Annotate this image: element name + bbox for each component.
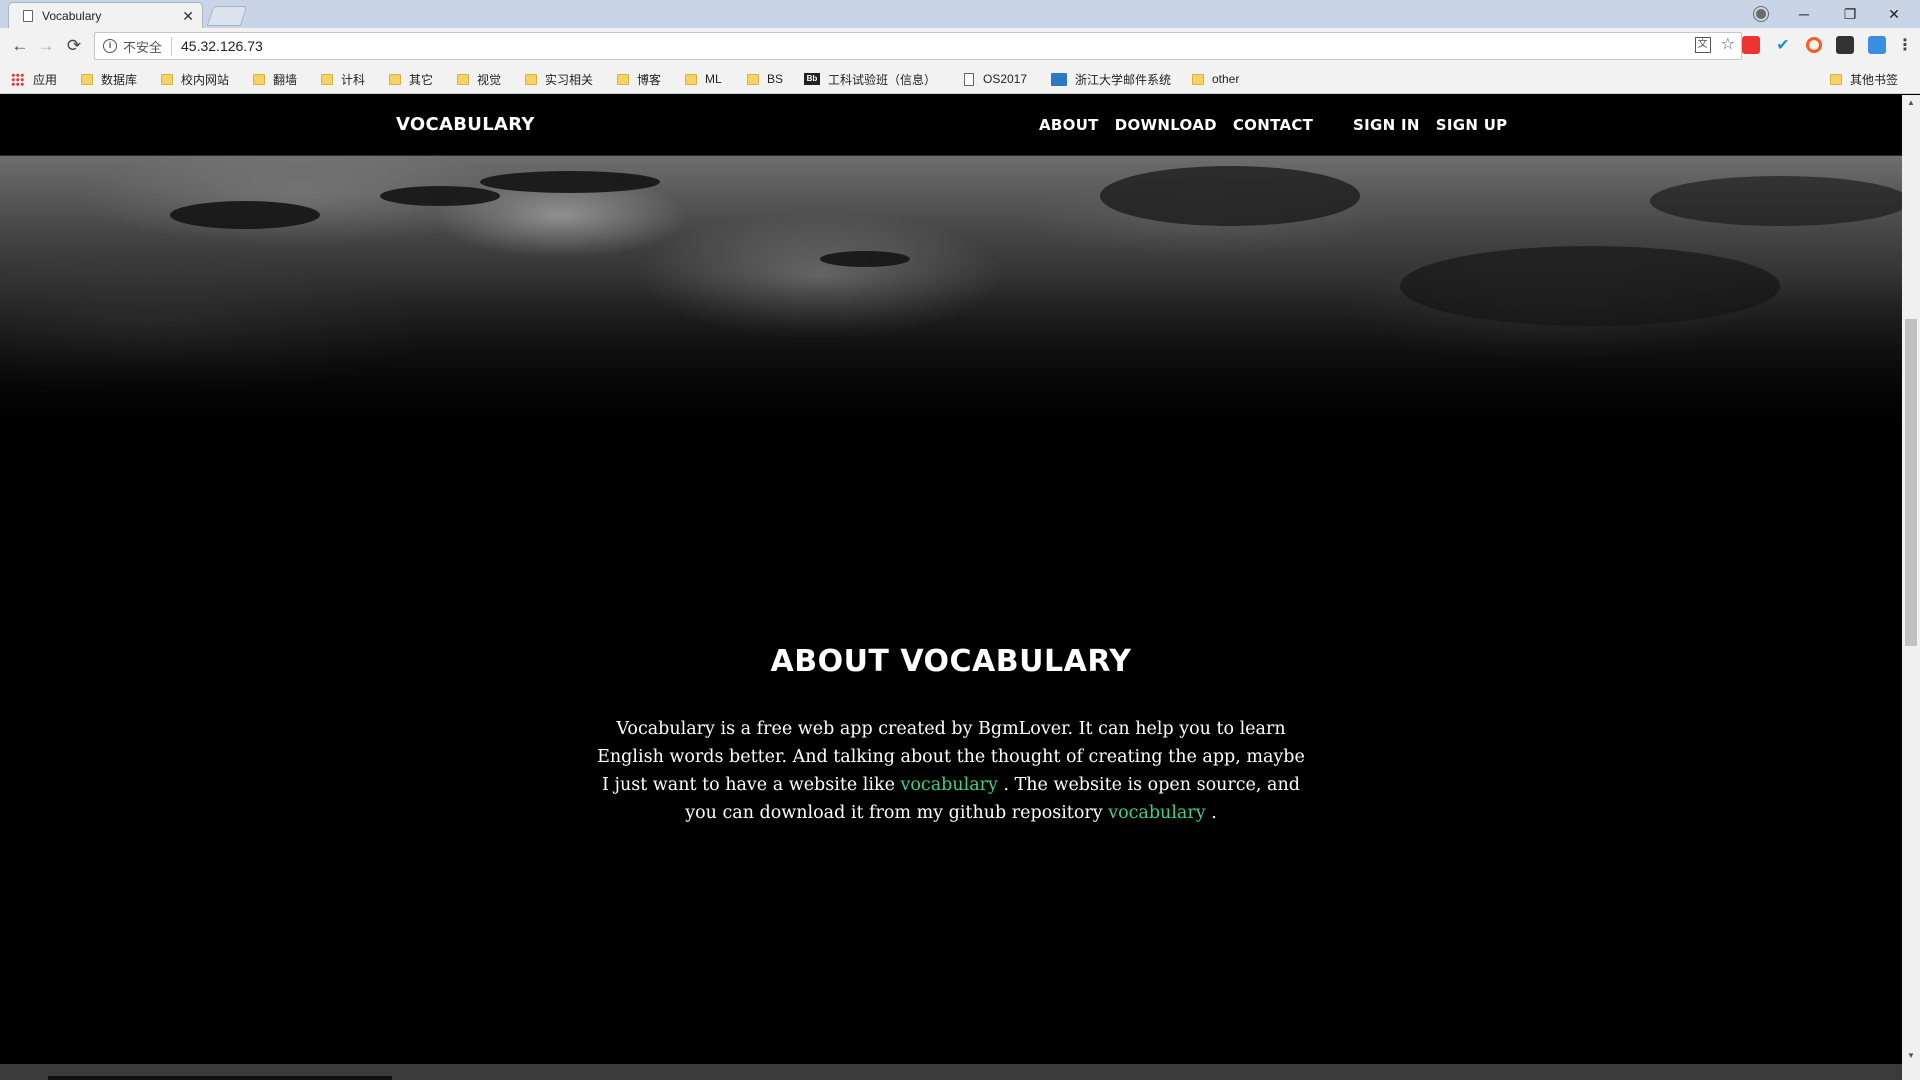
hero-rock [170,201,320,229]
auth-nav: SIGN IN SIGN UP [1353,116,1507,134]
github-repo-link[interactable]: vocabulary [1108,803,1205,823]
browser-tab[interactable]: Vocabulary ✕ [8,2,203,28]
site-navbar: VOCABULARY ABOUT DOWNLOAD CONTACT SIGN I… [0,95,1902,156]
other-bookmarks[interactable]: 其他书签 [1830,64,1898,94]
back-button[interactable]: ← [8,34,32,58]
folder-icon [457,73,469,85]
url-text[interactable]: 45.32.126.73 [181,38,263,54]
forward-button[interactable]: → [34,34,58,58]
info-icon[interactable]: i [103,39,117,53]
nav-download[interactable]: DOWNLOAD [1115,116,1217,134]
extension-dark-icon[interactable] [1836,36,1854,54]
scroll-down-icon[interactable]: ▼ [1902,1048,1920,1064]
scroll-corner [1902,1064,1920,1080]
folder-icon [389,73,401,85]
bookmark-item[interactable]: 视觉 [457,64,501,94]
extension-red-icon[interactable] [1742,36,1760,54]
about-title: ABOUT VOCABULARY [770,644,1132,679]
folder-icon [321,73,333,85]
browser-titlebar: Vocabulary ✕ ─ ❐ ✕ [0,0,1920,28]
extension-icons: ✔ ⋮ [1742,36,1913,54]
bookmark-item[interactable]: 数据库 [81,64,137,94]
extension-ring-icon[interactable] [1806,37,1822,53]
bookmark-item[interactable]: OS2017 [964,64,1027,94]
bookmark-item[interactable]: Bb 工科试验班（信息） [804,64,936,94]
nav-contact[interactable]: CONTACT [1233,116,1313,134]
hero-rock [820,251,910,267]
page-icon [964,72,974,86]
vocabulary-link[interactable]: vocabulary [901,775,998,795]
bookmark-item[interactable]: 浙江大学邮件系统 [1051,64,1171,94]
bookmarks-bar: 应用 数据库 校内网站 翻墙 计科 其它 视觉 实习相关 博客 ML BS Bb [0,64,1920,94]
main-nav: ABOUT DOWNLOAD CONTACT [1039,116,1313,134]
bookmark-item[interactable]: 应用 [11,64,57,94]
folder-icon [1192,73,1204,85]
folder-icon [1830,73,1842,85]
tab-title: Vocabulary [42,8,102,23]
bb-icon: Bb [804,73,820,85]
folder-icon [253,73,265,85]
site-brand[interactable]: VOCABULARY [396,114,535,135]
hero-rock [480,171,660,193]
close-window-button[interactable]: ✕ [1874,0,1914,28]
profile-button[interactable] [1747,0,1775,28]
scroll-up-icon[interactable]: ▲ [1902,95,1920,111]
folder-icon [525,73,537,85]
bookmark-item[interactable]: 博客 [617,64,661,94]
hero-ocean-image [0,156,1902,456]
hero-rock [380,186,500,206]
folder-icon [747,73,759,85]
page-viewport: VOCABULARY ABOUT DOWNLOAD CONTACT SIGN I… [0,95,1902,1080]
folder-icon [685,73,697,85]
about-text-part: . [1205,803,1217,823]
new-tab-button[interactable] [206,6,248,26]
bookmark-item[interactable]: 其它 [389,64,433,94]
nav-about[interactable]: ABOUT [1039,116,1099,134]
minimize-button[interactable]: ─ [1784,0,1824,28]
nav-sign-up[interactable]: SIGN UP [1436,116,1508,134]
apps-grid-icon [11,72,24,86]
browser-toolbar: ← → ⟳ i 不安全 45.32.126.73 文 ☆ ✔ ⋮ [0,28,1920,64]
folder-icon [161,73,173,85]
tab-close-icon[interactable]: ✕ [182,9,194,23]
bookmark-item[interactable]: BS [747,64,783,94]
folder-icon [81,73,93,85]
bookmark-item[interactable]: 计科 [321,64,365,94]
hero-rock [1650,176,1902,226]
page-icon [23,9,33,22]
about-text: Vocabulary is a free web app created by … [591,715,1311,827]
extension-sync-icon[interactable] [1868,36,1886,54]
bookmark-item[interactable]: 翻墙 [253,64,297,94]
menu-dots-icon[interactable]: ⋮ [1897,36,1913,54]
maximize-button[interactable]: ❐ [1830,0,1870,28]
nav-sign-in[interactable]: SIGN IN [1353,116,1420,134]
folder-icon [617,73,629,85]
scroll-thumb[interactable] [1905,319,1917,646]
hero-rock [1400,246,1780,326]
extension-v-icon[interactable]: ✔ [1774,36,1792,54]
profile-icon [1754,7,1768,21]
translate-icon[interactable]: 文 [1694,37,1711,53]
bookmark-star-icon[interactable]: ☆ [1721,37,1735,53]
horizontal-scrollbar[interactable] [0,1064,1902,1080]
mail-icon [1051,72,1067,86]
vertical-scrollbar[interactable]: ▲ ▼ [1902,95,1920,1064]
bookmark-item[interactable]: ML [685,64,722,94]
horizontal-scroll-thumb[interactable] [48,1076,392,1080]
address-bar[interactable]: i 不安全 45.32.126.73 文 ☆ [94,32,1742,60]
bookmark-item[interactable]: 实习相关 [525,64,593,94]
security-label[interactable]: 不安全 [123,36,173,56]
reload-button[interactable]: ⟳ [62,34,86,58]
bookmark-item[interactable]: 校内网站 [161,64,229,94]
bookmark-item[interactable]: other [1192,64,1239,94]
hero-rock [1100,166,1360,226]
